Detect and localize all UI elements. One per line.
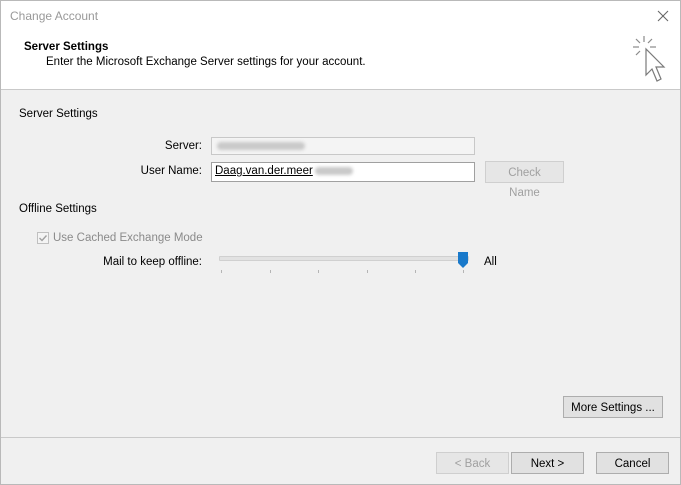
cached-mode-checkbox[interactable] bbox=[37, 232, 49, 244]
username-value: Daag.van.der.meer bbox=[215, 165, 313, 177]
more-settings-button[interactable]: More Settings ... bbox=[563, 396, 663, 418]
cursor-sparkle-icon bbox=[633, 36, 666, 82]
mail-keep-offline-slider[interactable] bbox=[219, 256, 469, 261]
server-field[interactable] bbox=[211, 137, 475, 155]
next-button[interactable]: Next > bbox=[511, 452, 584, 474]
server-settings-section-title: Server Settings bbox=[19, 108, 98, 120]
cancel-button[interactable]: Cancel bbox=[596, 452, 669, 474]
mail-keep-offline-label: Mail to keep offline: bbox=[103, 256, 202, 268]
slider-tick bbox=[367, 270, 368, 273]
header-title: Server Settings bbox=[24, 41, 109, 53]
back-button[interactable]: < Back bbox=[436, 452, 509, 474]
wizard-header: Server Settings Enter the Microsoft Exch… bbox=[1, 31, 680, 89]
footer-divider bbox=[1, 437, 680, 438]
slider-tick bbox=[221, 270, 222, 273]
header-divider bbox=[1, 89, 680, 90]
window-title: Change Account bbox=[10, 9, 99, 23]
slider-thumb[interactable] bbox=[458, 252, 468, 268]
server-label: Server: bbox=[164, 140, 202, 152]
slider-tick bbox=[415, 270, 416, 273]
mail-keep-offline-value: All bbox=[484, 256, 497, 268]
title-bar: Change Account bbox=[1, 1, 680, 31]
slider-tick bbox=[270, 270, 271, 273]
header-subtitle: Enter the Microsoft Exchange Server sett… bbox=[46, 56, 366, 68]
username-field[interactable]: Daag.van.der.meer bbox=[211, 162, 475, 182]
change-account-dialog: Change Account Server Settings Enter the… bbox=[0, 0, 681, 485]
redacted-username-suffix bbox=[314, 166, 353, 175]
redacted-server-value bbox=[217, 141, 305, 150]
username-label: User Name: bbox=[140, 165, 202, 177]
slider-tick bbox=[463, 270, 464, 273]
checkmark-icon bbox=[39, 235, 48, 242]
offline-settings-section-title: Offline Settings bbox=[19, 203, 97, 215]
cached-mode-label: Use Cached Exchange Mode bbox=[53, 232, 203, 244]
check-name-button[interactable]: Check Name bbox=[485, 161, 564, 199]
close-icon[interactable] bbox=[652, 5, 674, 27]
slider-tick bbox=[318, 270, 319, 273]
